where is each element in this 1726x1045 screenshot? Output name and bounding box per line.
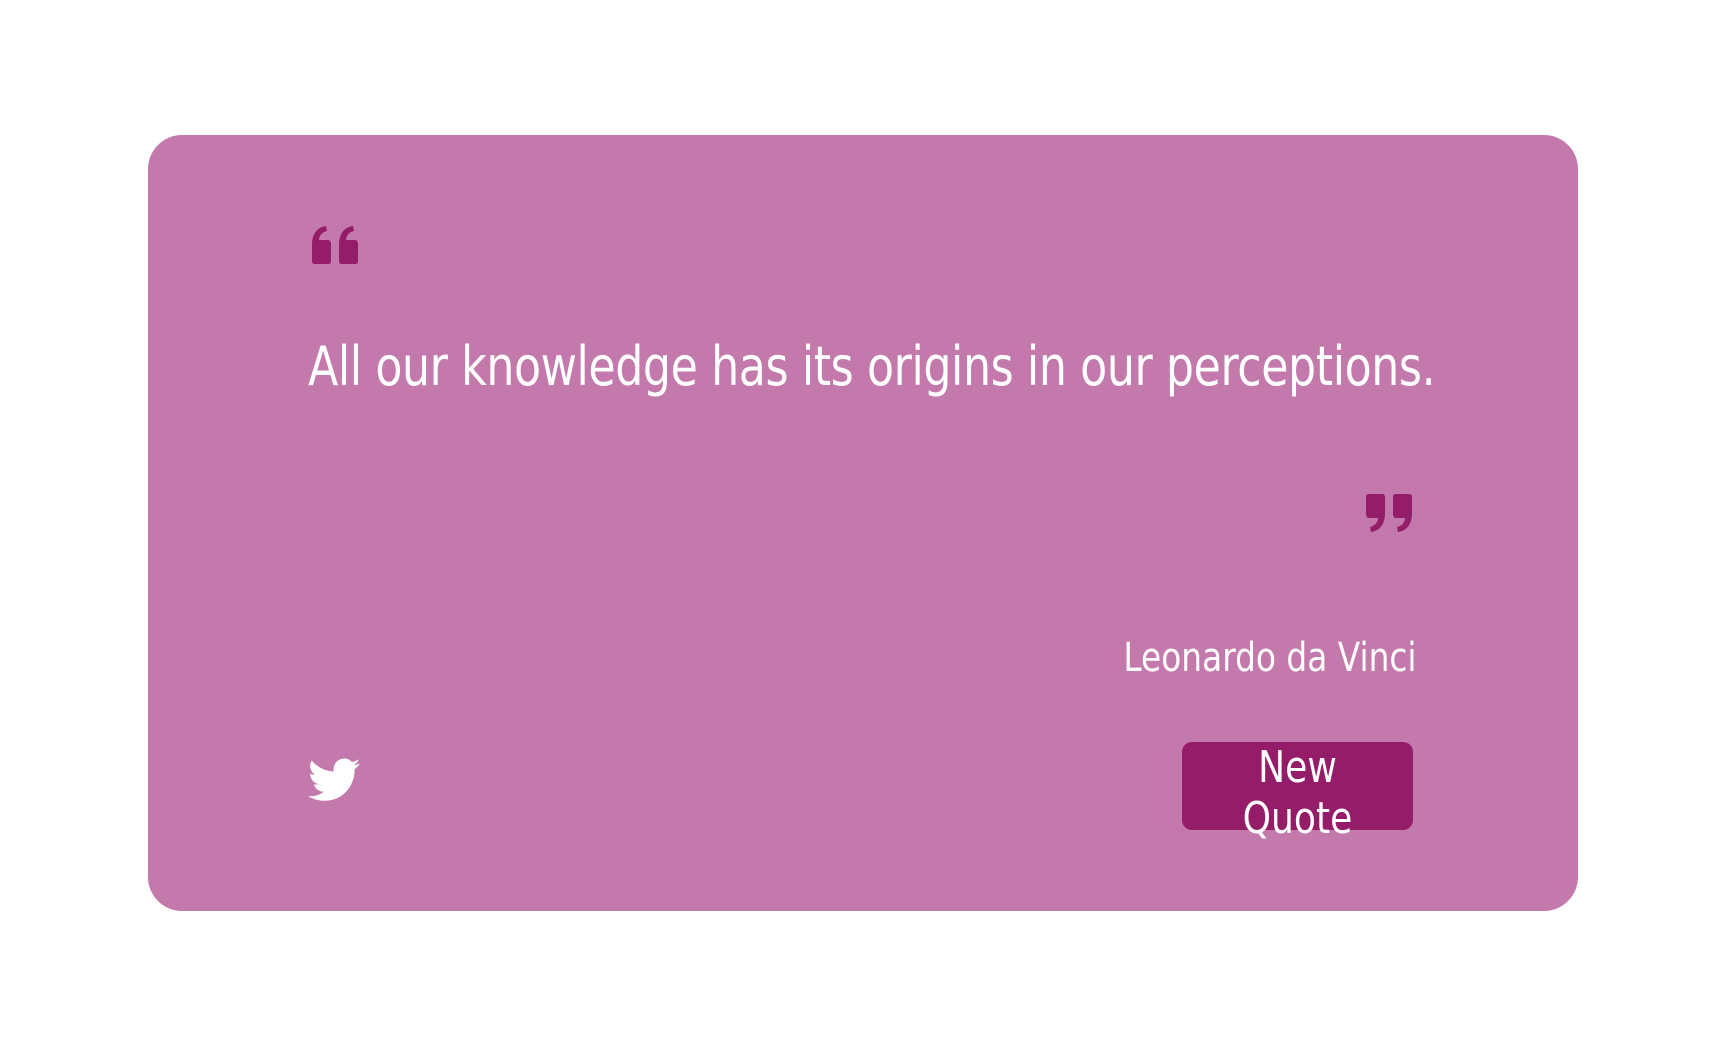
- quote-card: All our knowledge has its origins in our…: [148, 135, 1578, 911]
- new-quote-label: New Quote: [1242, 742, 1353, 844]
- quote-author: Leonardo da Vinci: [1123, 635, 1417, 681]
- quote-text: All our knowledge has its origins in our…: [308, 335, 1436, 398]
- new-quote-button[interactable]: New Quote: [1182, 742, 1413, 844]
- open-quote-icon: [312, 226, 358, 264]
- close-quote-icon: [1366, 494, 1412, 532]
- twitter-icon[interactable]: [308, 757, 360, 803]
